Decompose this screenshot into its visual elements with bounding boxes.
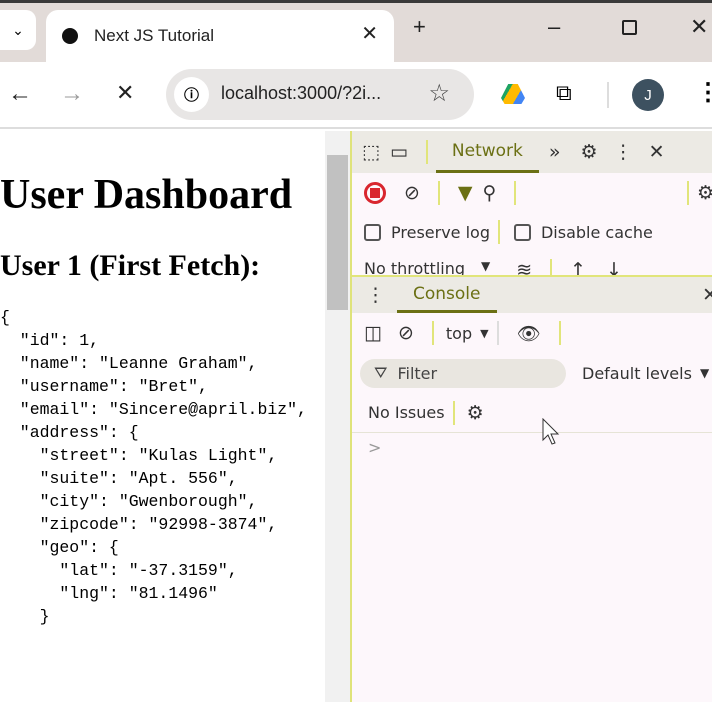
- json-line: }: [0, 607, 50, 626]
- sidebar-toggle-icon[interactable]: ◫: [364, 322, 382, 344]
- export-har-icon[interactable]: ↓: [606, 259, 622, 275]
- network-settings-icon[interactable]: ⚙: [697, 182, 712, 204]
- dropdown-arrow-icon: ▼: [480, 326, 489, 340]
- divider: [550, 259, 553, 275]
- tab-title: Next JS Tutorial: [94, 26, 214, 45]
- json-line: {: [0, 308, 10, 327]
- json-line: "email": "Sincere@april.biz",: [0, 400, 307, 419]
- divider: [431, 321, 434, 345]
- json-line: "id": 1,: [0, 331, 100, 350]
- json-line: "lat": "-37.3159",: [0, 561, 238, 580]
- browser-tab[interactable]: Next JS Tutorial ✕: [46, 10, 394, 62]
- tab-console[interactable]: Console: [397, 277, 497, 313]
- network-options: Preserve log Disable cache: [352, 213, 712, 251]
- preserve-log-label: Preserve log: [391, 222, 490, 242]
- filter-placeholder: Filter: [397, 363, 438, 383]
- close-devtools-icon[interactable]: ✕: [649, 141, 665, 163]
- device-toolbar-icon[interactable]: ▭: [390, 141, 408, 163]
- throttling-row: No throttling ▼ ≋ ↑ ↓: [352, 251, 712, 275]
- devtools-tabbar: ⬚ ▭ Network » ⚙ ⋮ ✕: [352, 131, 712, 173]
- divider: [425, 140, 428, 164]
- prompt-caret: >: [368, 437, 382, 457]
- divider: [496, 321, 499, 345]
- clear-console-icon[interactable]: ⊘: [398, 322, 414, 344]
- issues-label[interactable]: No Issues: [368, 403, 445, 422]
- user-heading: User 1 (First Fetch):: [0, 249, 261, 282]
- address-bar[interactable]: ⓘ localhost:3000/?2i... ☆: [166, 69, 474, 120]
- dropdown-arrow-icon: ▼: [481, 259, 491, 273]
- console-toolbar: ◫ ⊘ top ▼ 👁: [352, 313, 712, 353]
- bookmark-star-icon[interactable]: ☆: [428, 79, 450, 108]
- console-filter-input[interactable]: ⛛ Filter: [360, 358, 566, 388]
- divider: [514, 181, 517, 205]
- issues-row: No Issues ⚙: [352, 393, 712, 433]
- site-info-icon[interactable]: ⓘ: [174, 77, 209, 112]
- more-options-icon[interactable]: ⋮: [614, 141, 633, 163]
- user-json: { "id": 1, "name": "Leanne Graham", "use…: [0, 306, 325, 628]
- divider: [686, 181, 689, 205]
- devtools-panel: ⬚ ▭ Network » ⚙ ⋮ ✕ ⊘ ▼ ⚲ ⚙ Preserve log…: [350, 131, 712, 702]
- disable-cache-label: Disable cache: [540, 222, 653, 242]
- url-text: localhost:3000/?2i...: [221, 83, 382, 103]
- divider: [558, 321, 561, 345]
- settings-gear-icon[interactable]: ⚙: [581, 141, 598, 163]
- console-settings-icon[interactable]: ⚙: [467, 402, 484, 424]
- profile-avatar[interactable]: J: [632, 79, 664, 111]
- dropdown-arrow-icon: ▼: [699, 366, 710, 380]
- json-line: "street": "Kulas Light",: [0, 446, 278, 465]
- drawer-menu-icon[interactable]: ⋮: [366, 284, 385, 306]
- chevron-down-icon: ⌄: [12, 21, 24, 38]
- json-line: "geo": {: [0, 538, 119, 557]
- inspect-element-icon[interactable]: ⬚: [362, 141, 380, 163]
- drawer-tabbar: ⋮ Console ✕: [352, 275, 712, 313]
- maximize-button[interactable]: [622, 20, 637, 35]
- network-conditions-icon[interactable]: ≋: [516, 259, 532, 275]
- json-line: "zipcode": "92998-3874",: [0, 515, 278, 534]
- forward-button[interactable]: →: [60, 80, 84, 108]
- filter-icon[interactable]: ▼: [458, 182, 473, 204]
- json-line: "lng": "81.1496": [0, 584, 218, 603]
- json-line: "address": {: [0, 423, 139, 442]
- filter-icon: ⛛: [374, 363, 388, 382]
- browser-menu-icon[interactable]: ⋮: [696, 78, 712, 107]
- minimize-button[interactable]: –: [548, 14, 560, 40]
- preserve-log-checkbox[interactable]: [364, 223, 381, 241]
- page-title: User Dashboard: [0, 172, 293, 218]
- json-line: "city": "Gwenborough",: [0, 492, 258, 511]
- throttling-select[interactable]: No throttling: [364, 259, 465, 275]
- search-icon[interactable]: ⚲: [483, 182, 497, 204]
- log-levels-select[interactable]: Default levels: [582, 364, 692, 383]
- json-line: "username": "Bret",: [0, 377, 208, 396]
- tab-network[interactable]: Network: [435, 131, 539, 173]
- tab-search-button[interactable]: ⌄: [0, 10, 36, 50]
- context-select[interactable]: top: [446, 324, 472, 343]
- disable-cache-checkbox[interactable]: [513, 223, 531, 241]
- console-prompt[interactable]: >: [352, 435, 712, 459]
- more-tabs-icon[interactable]: »: [549, 141, 561, 163]
- console-filter-row: ⛛ Filter Default levels ▼: [352, 353, 712, 393]
- stop-loading-button[interactable]: ✕: [116, 80, 134, 106]
- toolbar-divider: [607, 82, 609, 108]
- divider: [497, 220, 500, 244]
- scrollbar-thumb[interactable]: [327, 155, 348, 310]
- import-har-icon[interactable]: ↑: [570, 259, 586, 275]
- back-button[interactable]: ←: [8, 80, 32, 108]
- close-window-button[interactable]: ✕: [690, 14, 708, 40]
- json-line: "name": "Leanne Graham",: [0, 354, 258, 373]
- record-icon[interactable]: [364, 182, 386, 204]
- extensions-icon[interactable]: ⧉: [556, 80, 572, 106]
- json-line: "suite": "Apt. 556",: [0, 469, 238, 488]
- page-content: User Dashboard User 1 (First Fetch): { "…: [0, 131, 325, 702]
- clear-icon[interactable]: ⊘: [404, 182, 420, 204]
- new-tab-button[interactable]: +: [413, 14, 426, 40]
- network-toolbar: ⊘ ▼ ⚲ ⚙: [352, 173, 712, 213]
- close-drawer-icon[interactable]: ✕: [702, 284, 712, 306]
- live-expression-eye-icon[interactable]: 👁: [517, 322, 541, 345]
- favicon-icon: [62, 28, 78, 44]
- divider: [437, 181, 440, 205]
- divider: [452, 400, 455, 425]
- close-tab-icon[interactable]: ✕: [361, 21, 378, 46]
